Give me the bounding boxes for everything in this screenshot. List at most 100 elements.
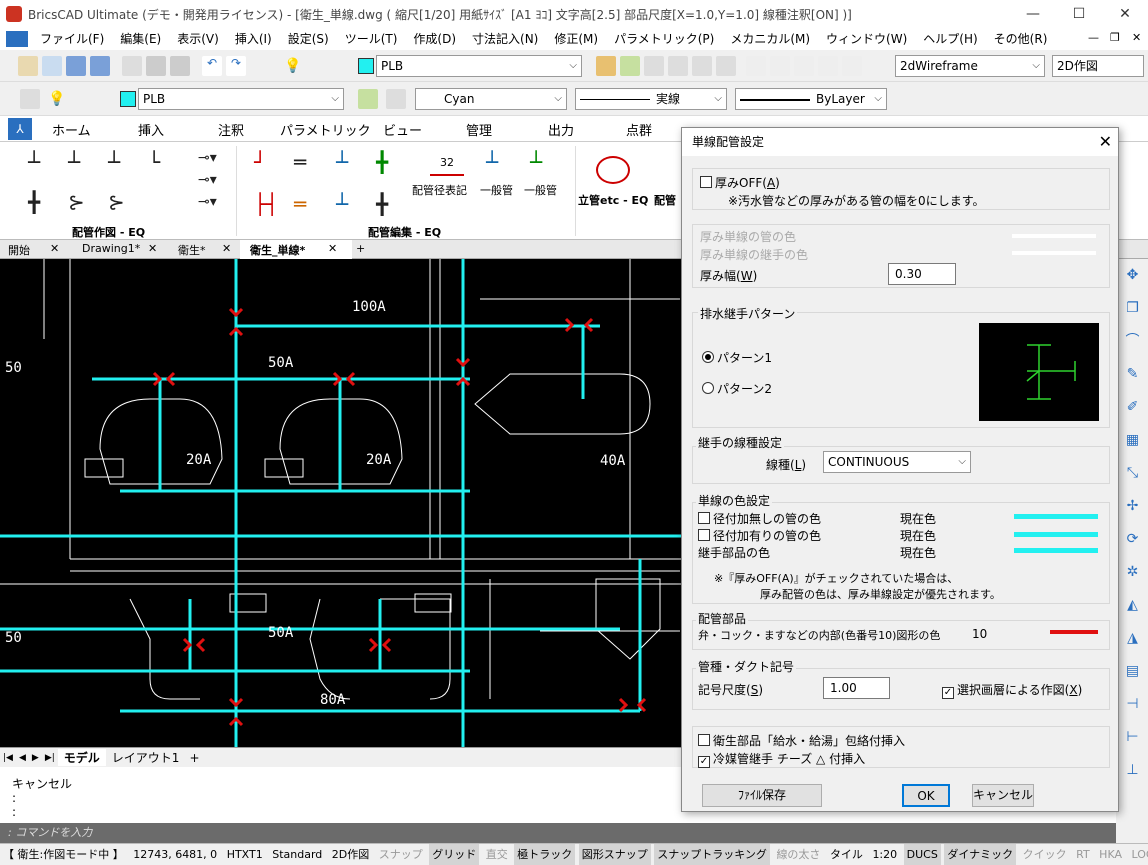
file-save-button[interactable]: ﾌｧｲﾙ保存	[702, 784, 822, 807]
layout-last-button[interactable]: ▶|	[42, 753, 58, 763]
color-select[interactable]: Cyan ⌵	[415, 88, 567, 110]
parts-color-swatch[interactable]	[1050, 630, 1098, 634]
tab-model[interactable]: モデル	[57, 749, 106, 766]
break-icon[interactable]: ⊥	[1117, 754, 1148, 787]
app-menu-button[interactable]: ⅄	[8, 118, 32, 140]
menu-dimension[interactable]: 寸法記入(N)	[464, 28, 546, 50]
transform-icon[interactable]: ✢	[1117, 490, 1148, 523]
select-icon-1[interactable]	[644, 56, 664, 76]
menu-window[interactable]: ウィンドウ(W)	[818, 28, 915, 50]
doc-tab-eisei-tansen[interactable]: 衛生_単線*	[250, 242, 305, 258]
trim-icon[interactable]: ⊣	[1117, 688, 1148, 721]
menu-view[interactable]: 表示(V)	[169, 28, 227, 50]
status-dimstyle[interactable]: Standard	[269, 844, 325, 865]
dialog-close-button[interactable]: ✕	[1099, 128, 1112, 156]
scale-icon[interactable]: ⤡	[1117, 457, 1148, 490]
doc-tab-add-button[interactable]: +	[356, 242, 365, 255]
toggle-osnap[interactable]: 図形スナップ	[578, 844, 651, 865]
layer-select-2[interactable]: PLB ⌵	[138, 88, 344, 110]
close-window-button[interactable]: ✕	[1102, 0, 1148, 28]
menu-help[interactable]: ヘルプ(H)	[915, 28, 985, 50]
layer-prev-icon[interactable]	[386, 89, 406, 109]
riser-icon[interactable]	[596, 156, 630, 184]
doc-restore-button[interactable]: ❐	[1110, 31, 1120, 44]
edit-rise-icon[interactable]: ┴	[336, 192, 348, 216]
color-row-with-size-swatch[interactable]	[1014, 532, 1098, 537]
joint-linetype-select[interactable]: CONTINUOUS ⌵	[823, 451, 971, 473]
doc-tab-close-icon[interactable]: ✕	[222, 242, 231, 255]
menu-mechanical[interactable]: メカニカル(M)	[722, 28, 818, 50]
select-icon-4[interactable]	[716, 56, 736, 76]
layer-match-icon[interactable]	[358, 89, 378, 109]
undo-icon[interactable]: ↶	[202, 56, 222, 76]
pipe-cross-icon[interactable]: ╋	[28, 190, 40, 214]
add-layout-button[interactable]: +	[185, 751, 203, 765]
copy-icon[interactable]: ❐	[1117, 292, 1148, 325]
edit-connect-icon[interactable]: ╋	[376, 150, 388, 174]
menu-file[interactable]: ファイル(F)	[32, 28, 112, 50]
pipe-joint-icon-2[interactable]: ⊱	[108, 190, 125, 214]
status-scale[interactable]: 1:20	[869, 844, 900, 865]
pipe-option-icon-2[interactable]: ⊸▾	[198, 172, 217, 188]
menu-settings[interactable]: 設定(S)	[280, 28, 337, 50]
tab-manage[interactable]: 管理	[466, 120, 492, 139]
properties-icon[interactable]	[746, 56, 766, 76]
edit-move-icon[interactable]: ╋	[376, 192, 388, 216]
toggle-grid[interactable]: グリッド	[429, 844, 480, 865]
toggle-ortho[interactable]: 直交	[483, 844, 511, 865]
pipe-tool-icon-2[interactable]: ┴	[68, 150, 80, 174]
select-icon-2[interactable]	[668, 56, 688, 76]
linetype-select[interactable]: 実線 ⌵	[575, 88, 727, 110]
tab-insert[interactable]: 挿入	[138, 120, 164, 139]
doc-minimize-button[interactable]: —	[1088, 31, 1099, 44]
layout-next-button[interactable]: ▶	[29, 753, 42, 763]
general-pipe-icon-2[interactable]: ┴	[530, 150, 542, 174]
general-pipe-icon-1[interactable]: ┴	[486, 150, 498, 174]
align-icon[interactable]: ▤	[1117, 655, 1148, 688]
edit-offset-icon[interactable]: ═	[294, 192, 306, 216]
color-row-joint-swatch[interactable]	[1014, 548, 1098, 553]
stretch-icon[interactable]: ⌒	[1117, 325, 1148, 358]
edit-extend-icon[interactable]: ┴	[336, 150, 348, 174]
workspace-select[interactable]: 2D作図	[1052, 55, 1144, 77]
save-all-icon[interactable]	[90, 56, 110, 76]
match-prop-icon[interactable]	[596, 56, 616, 76]
minimize-button[interactable]: —	[1010, 0, 1056, 28]
print-icon[interactable]	[146, 56, 166, 76]
toggle-otrack[interactable]: スナップトラッキング	[654, 844, 770, 865]
pipe-tool-icon-1[interactable]: ┴	[28, 150, 40, 174]
pipe-tool-icon-3[interactable]: ┴	[108, 150, 120, 174]
maximize-button[interactable]: ☐	[1056, 0, 1102, 28]
sanitary-checkbox[interactable]: 衛生部品「給水・給湯」包絡付挿入	[698, 732, 905, 749]
lineweight-select[interactable]: ByLayer ⌵	[735, 88, 887, 110]
tab-view[interactable]: ビュー	[383, 120, 422, 139]
general-pipe-button-2[interactable]: 一般管	[524, 182, 557, 198]
explorer-icon[interactable]	[794, 56, 814, 76]
general-pipe-button-1[interactable]: 一般管	[480, 182, 513, 198]
thickness-off-checkbox[interactable]: 厚みOFF(A)	[700, 174, 780, 191]
toggle-quick[interactable]: クイック	[1020, 844, 1070, 865]
ok-button[interactable]: OK	[902, 784, 950, 807]
color-row-no-size-swatch[interactable]	[1014, 514, 1098, 519]
doc-close-button[interactable]: ✕	[1132, 31, 1141, 44]
mirror-icon[interactable]: ◭	[1117, 589, 1148, 622]
toggle-dynamic[interactable]: ダイナミック	[944, 844, 1017, 865]
move-icon[interactable]: ✥	[1117, 259, 1148, 292]
pipe-elbow-icon[interactable]: └	[148, 150, 160, 174]
view-icon[interactable]	[842, 56, 862, 76]
doc-tab-start[interactable]: 開始	[8, 242, 30, 258]
toggle-ducs[interactable]: DUCS	[903, 844, 941, 865]
symbol-scale-input[interactable]: 1.00	[823, 677, 890, 699]
layer-draw-checkbox[interactable]: ✓ 選択画層による作図(X)	[942, 681, 1082, 699]
pipe-option-icon-1[interactable]: ⊸▾	[198, 150, 217, 166]
command-input[interactable]: : コマンドを入力	[0, 823, 1116, 843]
refrigerant-checkbox[interactable]: ✓ 冷媒管継手 チーズ △ 付挿入	[698, 750, 865, 768]
tab-output[interactable]: 出力	[548, 120, 574, 139]
layout-first-button[interactable]: |◀	[0, 753, 16, 763]
mirror2-icon[interactable]: ◮	[1117, 622, 1148, 655]
toggle-lockui[interactable]: LOCKUI	[1129, 844, 1148, 865]
layout-prev-button[interactable]: ◀	[16, 753, 29, 763]
toggle-polar[interactable]: 極トラック	[514, 844, 576, 865]
status-textstyle[interactable]: HTXT1	[224, 844, 266, 865]
tab-layout1[interactable]: レイアウト1	[106, 749, 186, 766]
